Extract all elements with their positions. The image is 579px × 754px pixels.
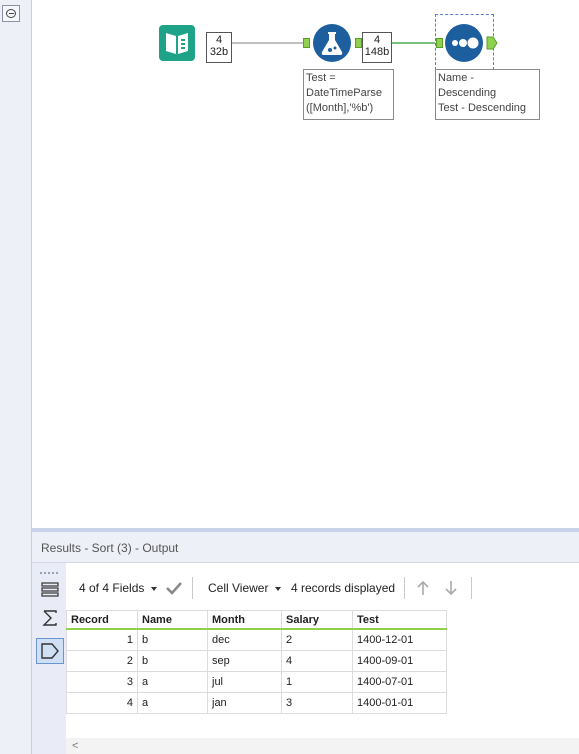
flask-icon xyxy=(313,24,351,62)
sigma-icon[interactable] xyxy=(40,608,60,628)
results-header: Results - Sort (3) - Output xyxy=(32,532,579,563)
input-record-count: 4 32b xyxy=(206,32,232,63)
checkmark-icon[interactable] xyxy=(165,580,183,596)
formula-input-anchor[interactable] xyxy=(303,38,310,48)
grip-icon xyxy=(40,572,58,576)
sort-output-anchor[interactable] xyxy=(486,36,498,50)
tag-icon xyxy=(41,643,59,659)
table-header-row: Record Name Month Salary Test xyxy=(66,610,447,630)
formula-annotation-line: Test = xyxy=(306,72,336,84)
fields-dropdown[interactable]: 4 of 4 Fields xyxy=(79,581,144,595)
cell-salary[interactable]: 1 xyxy=(281,671,353,693)
arrow-up-icon[interactable] xyxy=(415,579,431,597)
formula-record-count: 4 148b xyxy=(362,32,392,63)
table-row[interactable]: 3 a jul 1 1400-07-01 xyxy=(66,671,447,693)
table-view-icon[interactable] xyxy=(40,580,60,600)
column-header-name[interactable]: Name xyxy=(137,610,208,630)
sort-annotation-line: Name - xyxy=(438,72,475,84)
workflow-canvas[interactable]: 4 32b 4 148b Test = DateTimeParse ([Mont… xyxy=(32,0,579,528)
collapse-icon[interactable] xyxy=(2,5,20,22)
column-header-record[interactable]: Record xyxy=(66,610,138,630)
cell-test[interactable]: 1400-07-01 xyxy=(352,671,447,693)
cell-name[interactable]: a xyxy=(137,692,208,714)
arrow-down-icon[interactable] xyxy=(443,579,459,597)
table-row[interactable]: 1 b dec 2 1400-12-01 xyxy=(66,628,447,651)
toolbar-separator xyxy=(192,577,193,599)
metadata-view-button[interactable] xyxy=(36,638,64,664)
formula-annotation-line: ([Month],'%b') xyxy=(306,102,374,114)
scroll-left-icon[interactable]: < xyxy=(72,740,78,752)
results-title: Results - Sort (3) - Output xyxy=(41,541,179,555)
column-header-month[interactable]: Month xyxy=(207,610,282,630)
results-side-icons xyxy=(32,563,66,754)
toolbar-separator xyxy=(404,577,405,599)
formula-output-anchor[interactable] xyxy=(355,38,362,48)
formula-annotation[interactable]: Test = DateTimeParse ([Month],'%b') xyxy=(303,69,394,120)
formula-size: 148b xyxy=(364,46,390,58)
formula-records: 4 xyxy=(373,34,381,46)
records-displayed: 4 records displayed xyxy=(291,581,396,595)
cell-viewer-dropdown[interactable]: Cell Viewer xyxy=(208,581,268,595)
sort-annotation-line: Test - Descending xyxy=(438,102,527,114)
cell-salary[interactable]: 3 xyxy=(281,692,353,714)
book-icon xyxy=(159,25,195,61)
column-header-salary[interactable]: Salary xyxy=(281,610,353,630)
cell-record[interactable]: 2 xyxy=(66,650,138,672)
cell-month[interactable]: jul xyxy=(207,671,282,693)
sort-input-anchor[interactable] xyxy=(436,38,443,48)
cell-salary[interactable]: 2 xyxy=(281,628,353,651)
table-row[interactable]: 2 b sep 4 1400-09-01 xyxy=(66,650,447,672)
input-records: 4 xyxy=(215,34,223,46)
horizontal-scrollbar[interactable]: < xyxy=(66,738,579,754)
cell-name[interactable]: b xyxy=(137,628,208,651)
results-toolbar: 4 of 4 Fields Cell Viewer 4 records disp… xyxy=(66,573,579,603)
cell-test[interactable]: 1400-12-01 xyxy=(352,628,447,651)
sort-annotation-line: Descending xyxy=(438,87,497,99)
left-panel-strip xyxy=(0,0,32,754)
input-size: 32b xyxy=(209,46,229,58)
cell-month[interactable]: jan xyxy=(207,692,282,714)
input-data-tool[interactable] xyxy=(159,25,195,61)
results-table: Record Name Month Salary Test 1 b dec 2 … xyxy=(66,610,447,714)
cell-record[interactable]: 1 xyxy=(66,628,138,651)
formula-annotation-line: DateTimeParse xyxy=(306,87,383,99)
toolbar-separator xyxy=(471,577,472,599)
formula-tool[interactable] xyxy=(313,24,351,62)
cell-salary[interactable]: 4 xyxy=(281,650,353,672)
cell-name[interactable]: a xyxy=(137,671,208,693)
column-header-test[interactable]: Test xyxy=(352,610,447,630)
chevron-down-icon[interactable] xyxy=(151,587,157,591)
chevron-down-icon[interactable] xyxy=(275,587,281,591)
cell-record[interactable]: 3 xyxy=(66,671,138,693)
cell-test[interactable]: 1400-09-01 xyxy=(352,650,447,672)
sort-annotation[interactable]: Name - Descending Test - Descending xyxy=(435,69,540,120)
cell-name[interactable]: b xyxy=(137,650,208,672)
cell-test[interactable]: 1400-01-01 xyxy=(352,692,447,714)
sort-dots-icon xyxy=(445,24,483,62)
cell-month[interactable]: sep xyxy=(207,650,282,672)
table-row[interactable]: 4 a jan 3 1400-01-01 xyxy=(66,692,447,714)
cell-month[interactable]: dec xyxy=(207,628,282,651)
sort-tool[interactable] xyxy=(445,24,483,62)
cell-record[interactable]: 4 xyxy=(66,692,138,714)
